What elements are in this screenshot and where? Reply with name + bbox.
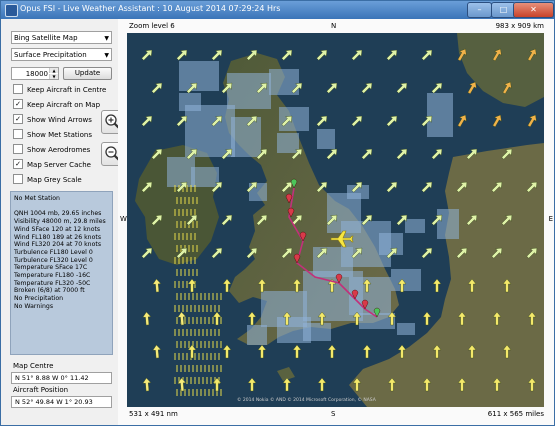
map-area: Zoom level 6 N 983 x 909 km W E 531 x 49…	[118, 19, 554, 425]
checkbox-label: Keep Aircraft on Map	[27, 101, 101, 109]
checkbox-keep-aircraft-on-map[interactable]: ✓ Keep Aircraft on Map	[13, 99, 101, 111]
info-line: Broken (6/8) at 7000 ft	[14, 287, 85, 295]
precip-cell	[303, 323, 331, 341]
precip-cell	[279, 107, 309, 131]
checkbox-show-aerodromes[interactable]: Show Aerodromes	[13, 144, 91, 156]
map-canvas[interactable]	[127, 33, 544, 407]
layer-select[interactable]: Surface Precipitation ▼	[11, 48, 112, 61]
info-line: Visibility 48000 m, 29.8 miles	[14, 218, 106, 226]
checkbox-label: Show Wind Arrows	[27, 116, 92, 124]
compass-west: W	[120, 215, 127, 223]
precip-cell	[427, 93, 453, 137]
compass-east: E	[548, 215, 553, 223]
zoom-level-label: Zoom level 6	[129, 22, 175, 30]
aircraft-position-label: Aircraft Position	[13, 386, 69, 394]
app-icon	[5, 4, 18, 17]
map-size-nm: 531 x 491 nm	[129, 410, 178, 418]
title-bar: Opus FSI - Live Weather Assistant : 10 A…	[1, 1, 554, 19]
checkbox-empty-icon[interactable]	[13, 144, 23, 154]
checkmark-icon[interactable]: ✓	[13, 114, 23, 124]
map-type-select[interactable]: Bing Satellite Map ▼	[11, 31, 112, 44]
info-line: QNH 1004 mb, 29.65 inches	[14, 210, 102, 218]
map-centre-label: Map Centre	[13, 362, 54, 370]
control-panel: Bing Satellite Map ▼ Surface Precipitati…	[1, 19, 125, 425]
precip-cell	[317, 129, 335, 149]
precip-cell	[185, 105, 235, 157]
checkbox-show-met-stations[interactable]: Show Met Stations	[13, 129, 92, 141]
precip-cell	[405, 219, 425, 233]
compass-south: S	[331, 410, 336, 418]
checkbox-empty-icon[interactable]	[13, 174, 23, 184]
precip-cell	[179, 61, 219, 91]
window-title: Opus FSI - Live Weather Assistant : 10 A…	[20, 4, 281, 13]
info-line: No Warnings	[14, 302, 54, 310]
precip-cell	[397, 323, 415, 335]
checkbox-map-grey-scale[interactable]: Map Grey Scale	[13, 174, 82, 186]
altitude-value: 18000	[25, 70, 48, 78]
checkbox-label: Keep Aircraft in Centre	[27, 86, 107, 94]
chevron-down-icon: ▼	[104, 52, 109, 59]
info-line: No Met Station	[14, 195, 60, 202]
map-type-value: Bing Satellite Map	[14, 34, 78, 42]
precip-cell	[391, 269, 421, 291]
map-attribution: © 2014 Nokia © AND © 2014 Microsoft Corp…	[237, 398, 376, 403]
map-centre-field: N 51° 8.88 W 0° 11.42	[11, 372, 112, 384]
weather-info-panel: No Met Station QNH 1004 mb, 29.65 inches…	[10, 191, 113, 355]
precip-cell	[379, 233, 403, 255]
checkbox-show-wind-arrows[interactable]: ✓ Show Wind Arrows	[13, 114, 92, 126]
checkbox-empty-icon[interactable]	[13, 129, 23, 139]
checkbox-map-server-cache[interactable]: ✓ Map Server Cache	[13, 159, 91, 171]
info-line: Wind FL180 189 at 26 knots	[14, 233, 102, 241]
chevron-down-icon: ▼	[104, 35, 109, 42]
app-window: Opus FSI - Live Weather Assistant : 10 A…	[0, 0, 555, 426]
info-line: Turbulence FL320 Level 0	[14, 256, 93, 264]
precip-cell	[247, 325, 267, 345]
info-line: Temperature SFace 17C	[14, 264, 88, 272]
map-size-km: 983 x 909 km	[495, 22, 544, 30]
info-line: Turbulence FL180 Level 0	[14, 248, 93, 256]
checkmark-icon[interactable]: ✓	[13, 99, 23, 109]
checkbox-keep-aircraft-in-centre[interactable]: Keep Aircraft in Centre	[13, 84, 107, 96]
checkmark-icon[interactable]: ✓	[13, 159, 23, 169]
checkbox-label: Show Aerodromes	[27, 146, 91, 154]
compass-north: N	[331, 22, 337, 30]
precip-cell	[231, 117, 261, 157]
checkbox-label: Map Server Cache	[27, 161, 91, 169]
checkbox-label: Show Met Stations	[27, 131, 92, 139]
info-line: No Precipitation	[14, 295, 64, 303]
checkbox-empty-icon[interactable]	[13, 84, 23, 94]
precip-cell	[191, 167, 219, 187]
minimize-button[interactable]: –	[467, 2, 492, 18]
layer-value: Surface Precipitation	[14, 51, 87, 59]
map-size-miles: 611 x 565 miles	[487, 410, 544, 418]
update-button[interactable]: Update	[63, 67, 112, 80]
checkbox-label: Map Grey Scale	[27, 176, 82, 184]
stepper-up-icon[interactable]: ▲	[49, 68, 58, 73]
aircraft-position-field: N 52° 49.84 W 1° 20.93	[11, 396, 112, 408]
info-line: Wind SFace 120 at 12 knots	[14, 225, 101, 233]
stepper-down-icon[interactable]: ▼	[49, 74, 58, 79]
altitude-stepper[interactable]: 18000 ▲ ▼	[11, 67, 59, 80]
info-line: Temperature FL180 -16C	[14, 272, 91, 280]
info-line: Temperature FL320 -50C	[14, 279, 91, 287]
precip-cell	[167, 157, 195, 187]
close-button[interactable]: ✕	[513, 2, 554, 18]
info-line: Wind FL320 204 at 70 knots	[14, 241, 102, 249]
weather-map[interactable]: © 2014 Nokia © AND © 2014 Microsoft Corp…	[127, 33, 544, 407]
precip-cell	[227, 73, 271, 109]
precip-cell	[437, 209, 459, 239]
info-line	[14, 203, 109, 211]
